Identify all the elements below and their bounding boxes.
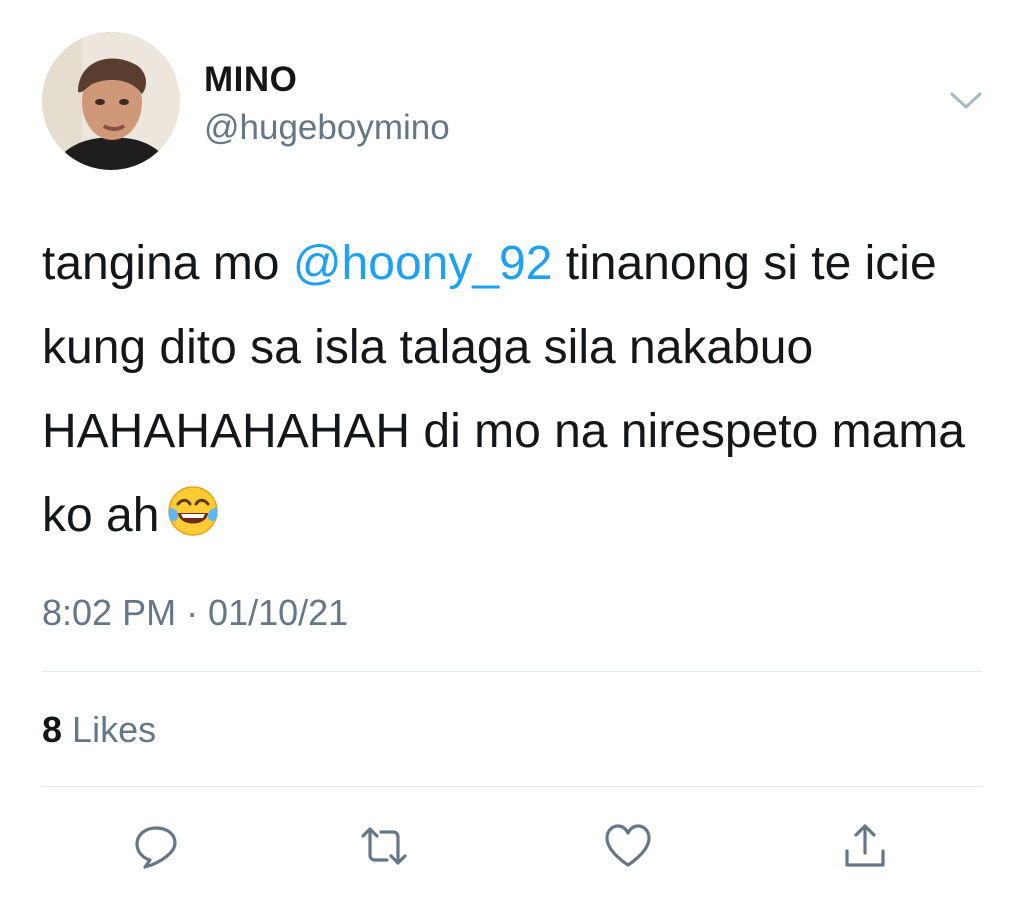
avatar-image [42, 32, 180, 170]
display-name[interactable]: MINO [204, 60, 297, 100]
divider [42, 786, 982, 787]
reply-button[interactable] [128, 818, 184, 874]
face-with-tears-of-joy-icon [168, 486, 219, 536]
tweet-timestamp[interactable]: 8:02 PM · 01/10/21 [42, 592, 348, 634]
tweet-detail: MINO @hugeboymino tangina mo @hoony_92 t… [0, 0, 1024, 907]
tweet-actions [0, 818, 1024, 878]
tweet-text-start: tangina mo [42, 237, 293, 290]
retweet-button[interactable] [356, 818, 412, 874]
avatar[interactable] [42, 32, 180, 170]
mention-link[interactable]: @hoony_92 [293, 237, 553, 290]
share-icon [845, 824, 885, 867]
reply-icon [135, 826, 177, 869]
likes-stat[interactable]: 8 Likes [42, 709, 156, 751]
retweet-icon [361, 827, 407, 865]
likes-count: 8 [42, 709, 63, 750]
likes-label: Likes [72, 709, 157, 750]
user-handle[interactable]: @hugeboymino [204, 108, 450, 148]
tweet-text: tangina mo @hoony_92 tinanong si te icie… [42, 222, 992, 558]
chevron-down-icon[interactable] [948, 88, 984, 112]
heart-icon [605, 824, 651, 867]
share-button[interactable] [837, 818, 893, 874]
like-button[interactable] [600, 818, 656, 874]
divider [42, 671, 982, 672]
